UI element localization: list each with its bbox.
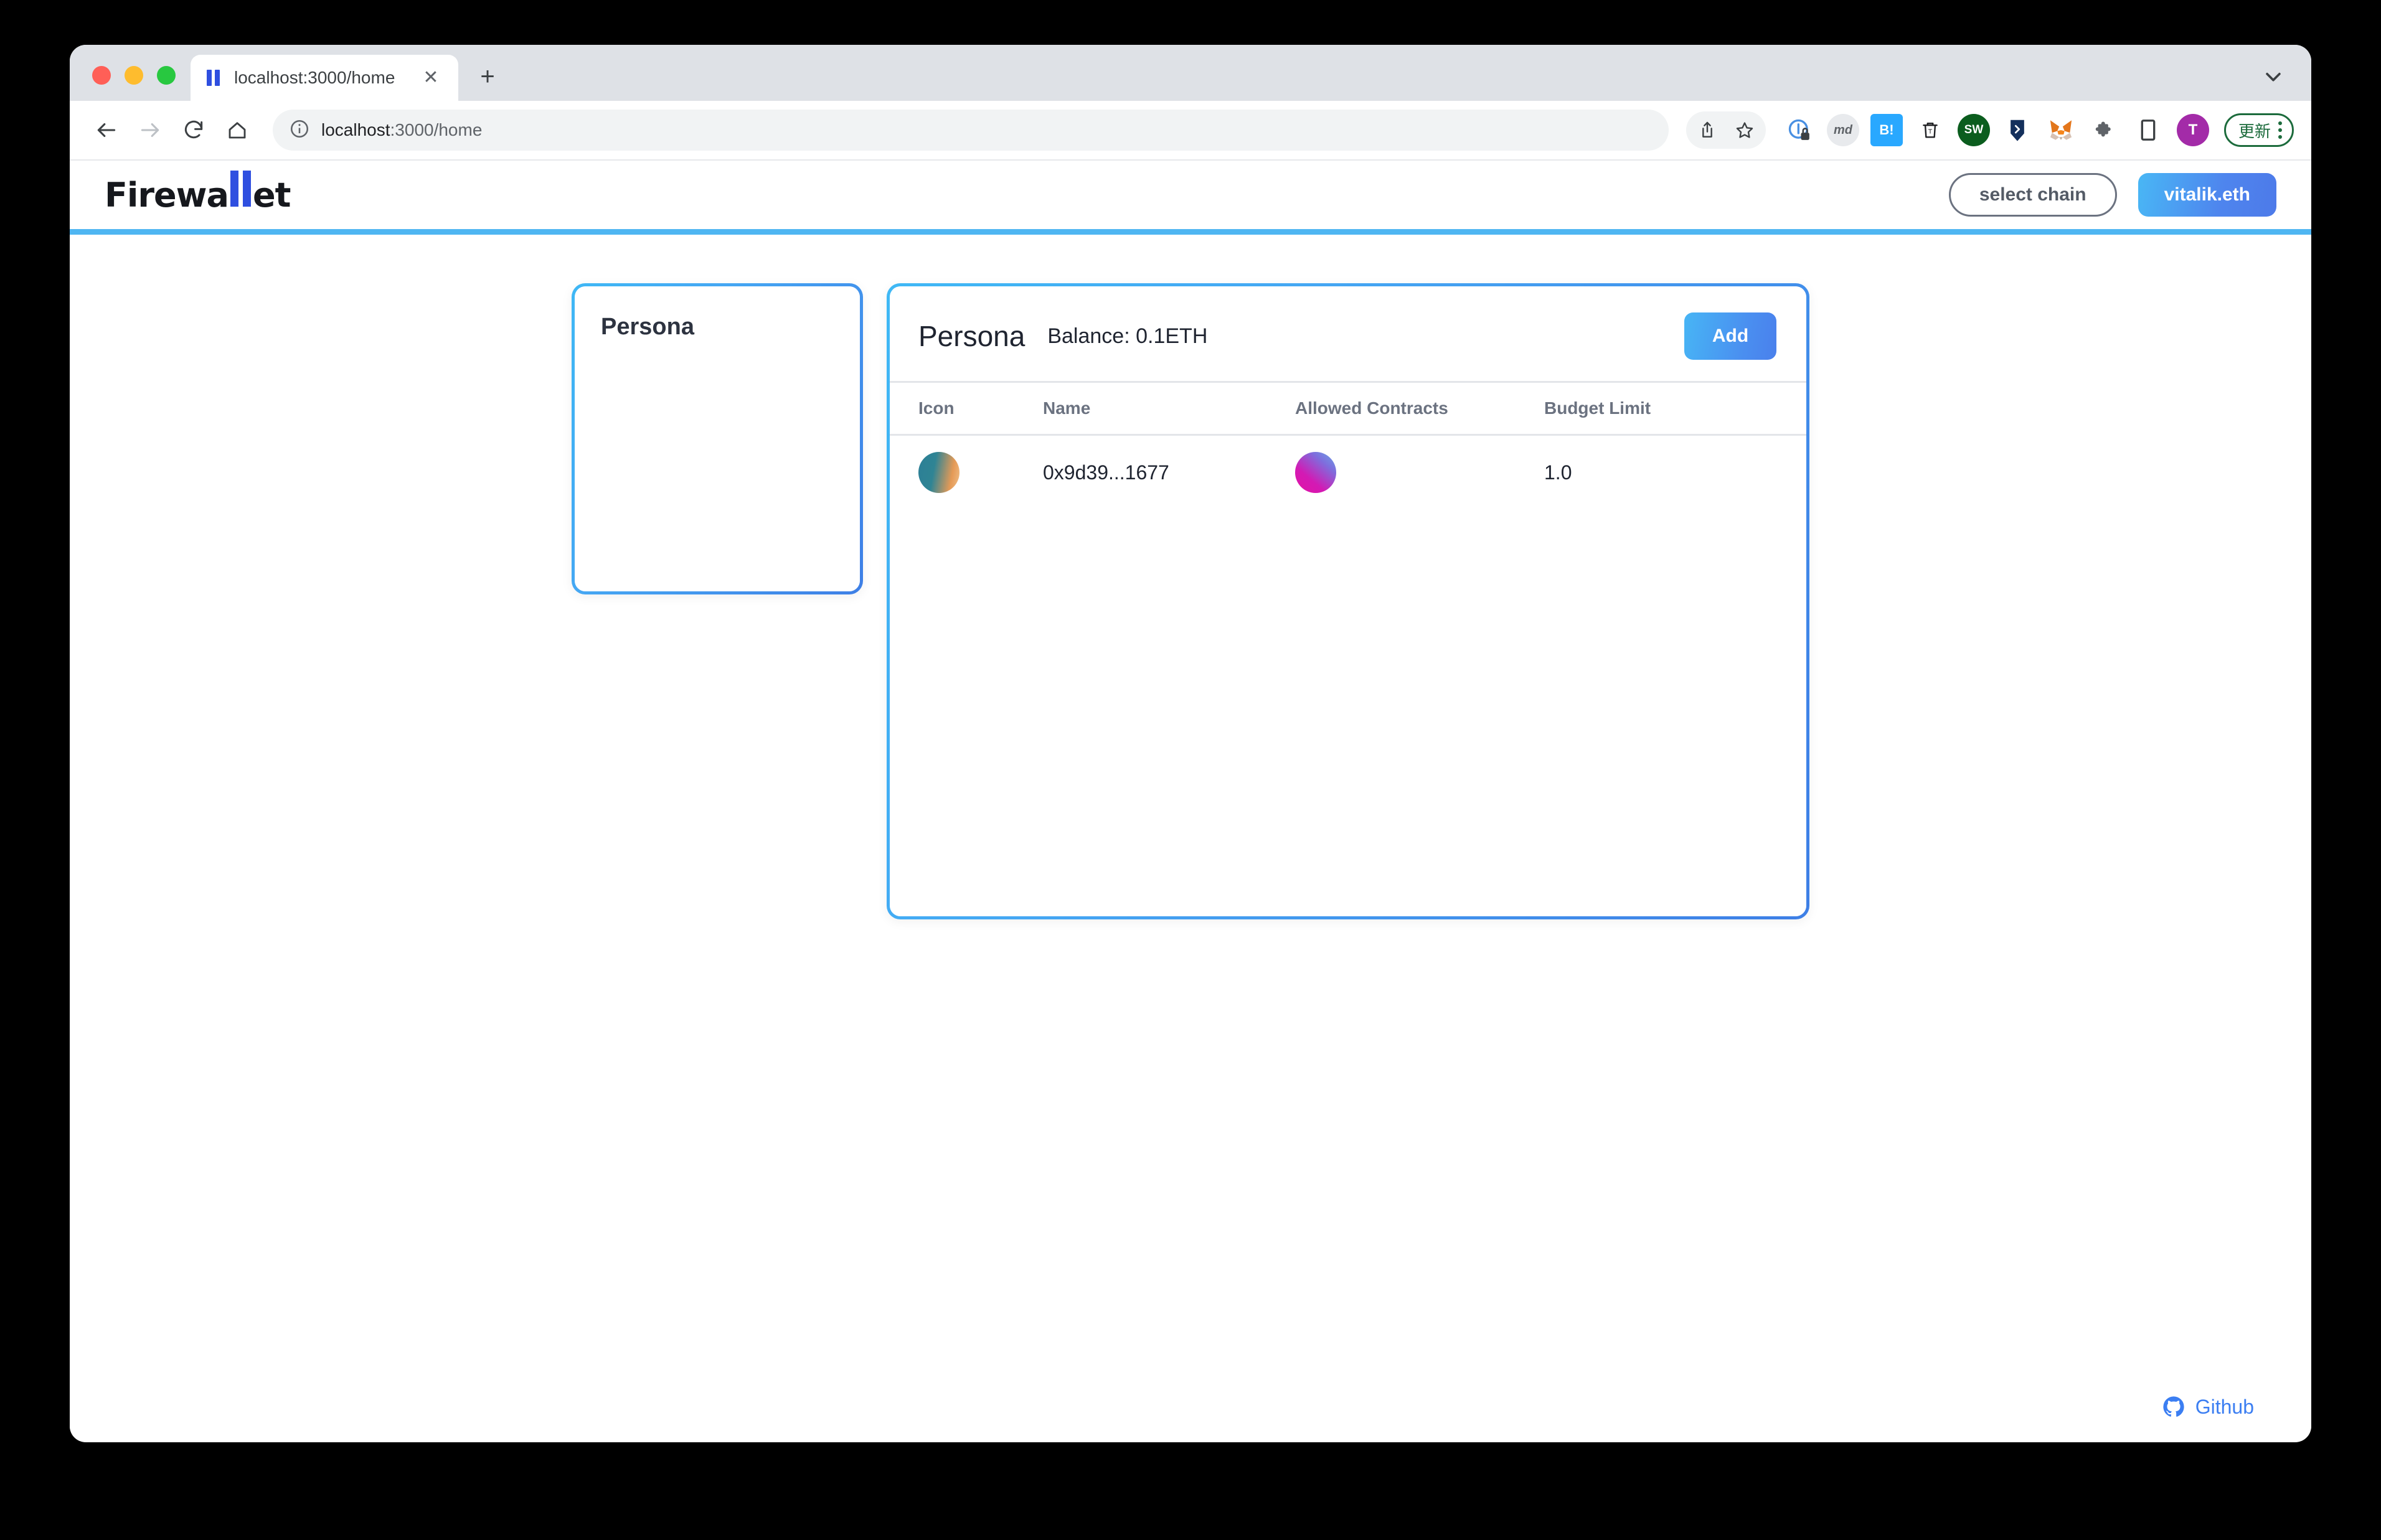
cell-icon bbox=[918, 452, 1043, 493]
minimize-window-button[interactable] bbox=[125, 66, 143, 85]
column-header-allowed-contracts: Allowed Contracts bbox=[1295, 398, 1448, 418]
persona-avatar bbox=[918, 452, 959, 493]
persona-list-card: Persona bbox=[572, 283, 863, 594]
sw-extension-icon[interactable]: SW bbox=[1955, 111, 1992, 149]
device-toolbar-icon[interactable] bbox=[2129, 111, 2167, 149]
address-bar-url: localhost:3000/home bbox=[321, 120, 482, 140]
cell-name: 0x9d39...1677 bbox=[1043, 461, 1169, 484]
puzzle-extensions-icon[interactable] bbox=[2086, 111, 2123, 149]
column-header-icon: Icon bbox=[918, 398, 955, 418]
cell-budget-limit: 1.0 bbox=[1544, 461, 1572, 484]
logo-text-start: Firewa bbox=[105, 175, 229, 215]
column-header-budget-limit: Budget Limit bbox=[1544, 398, 1651, 418]
persona-detail-inner: Persona Balance: 0.1ETH Add Icon Name Al… bbox=[890, 286, 1806, 916]
logo-blue-bars bbox=[230, 171, 251, 207]
page-viewport: Firewa et select chain vitalik.eth Perso… bbox=[70, 161, 2311, 1441]
chevron-extension-icon[interactable] bbox=[1999, 111, 2036, 149]
table-row[interactable]: 0x9d39...1677 1.0 bbox=[890, 436, 1806, 509]
header-divider bbox=[70, 229, 2311, 235]
svg-text:T: T bbox=[1928, 129, 1933, 136]
three-dots-menu-icon[interactable] bbox=[2278, 121, 2282, 139]
home-button[interactable] bbox=[218, 111, 257, 149]
firewallet-logo[interactable]: Firewa et bbox=[105, 171, 291, 215]
markdown-extension-icon[interactable]: md bbox=[1824, 111, 1862, 149]
browser-tab[interactable]: localhost:3000/home ✕ bbox=[191, 55, 458, 101]
browser-toolbar: localhost:3000/home md B! T SW T 更新 bbox=[70, 101, 2311, 161]
close-window-button[interactable] bbox=[92, 66, 111, 85]
github-link[interactable]: Github bbox=[2162, 1395, 2254, 1419]
trash-extension-icon[interactable]: T bbox=[1912, 111, 1949, 149]
toolbar-actions: md B! T SW T 更新 bbox=[1686, 111, 2294, 149]
persona-detail-title: Persona bbox=[918, 320, 1025, 352]
persona-table: Icon Name Allowed Contracts Budget Limit… bbox=[890, 381, 1806, 509]
privacy-badger-icon[interactable] bbox=[1781, 111, 1818, 149]
tab-strip: localhost:3000/home ✕ + bbox=[70, 45, 2311, 101]
maximize-window-button[interactable] bbox=[157, 66, 176, 85]
account-button[interactable]: vitalik.eth bbox=[2138, 173, 2276, 217]
contract-avatar bbox=[1295, 452, 1336, 493]
update-button[interactable]: 更新 bbox=[2223, 113, 2294, 147]
forward-button[interactable] bbox=[131, 111, 169, 149]
main-content: Persona Persona Balance: 0.1ETH Add Icon… bbox=[70, 235, 2311, 919]
metamask-fox-icon[interactable] bbox=[2042, 111, 2080, 149]
table-header-row: Icon Name Allowed Contracts Budget Limit bbox=[890, 381, 1806, 436]
markdown-glyph: md bbox=[1826, 114, 1859, 146]
hatena-glyph: B! bbox=[1870, 114, 1903, 146]
persona-list-title: Persona bbox=[601, 314, 694, 340]
column-header-name: Name bbox=[1043, 398, 1091, 418]
reload-button[interactable] bbox=[174, 111, 213, 149]
share-icon[interactable] bbox=[1689, 111, 1726, 149]
balance-label: Balance: 0.1ETH bbox=[1047, 324, 1208, 348]
chevron-down-icon[interactable] bbox=[2256, 60, 2290, 93]
update-label: 更新 bbox=[2238, 121, 2271, 141]
github-label: Github bbox=[2195, 1395, 2254, 1418]
address-bar[interactable]: localhost:3000/home bbox=[273, 110, 1669, 151]
persona-detail-card: Persona Balance: 0.1ETH Add Icon Name Al… bbox=[887, 283, 1809, 919]
firewallet-bars-icon bbox=[207, 68, 223, 87]
url-host: localhost bbox=[321, 120, 390, 139]
github-icon bbox=[2162, 1395, 2185, 1419]
back-button[interactable] bbox=[87, 111, 126, 149]
window-traffic-lights bbox=[70, 66, 191, 101]
logo-text-end: et bbox=[252, 175, 291, 215]
url-path: :3000/home bbox=[390, 120, 483, 139]
sw-glyph: SW bbox=[1957, 114, 1990, 146]
profile-avatar[interactable]: T bbox=[2176, 114, 2209, 146]
hatena-bookmark-icon[interactable]: B! bbox=[1868, 111, 1905, 149]
cell-allowed-contracts bbox=[1295, 452, 1544, 493]
tab-title: localhost:3000/home bbox=[234, 68, 395, 87]
site-info-icon[interactable] bbox=[289, 118, 310, 143]
persona-detail-header: Persona Balance: 0.1ETH Add bbox=[890, 286, 1806, 381]
header-actions: select chain vitalik.eth bbox=[1948, 173, 2276, 217]
share-bookmark-group bbox=[1686, 111, 1766, 149]
bookmark-star-icon[interactable] bbox=[1726, 111, 1763, 149]
add-button[interactable]: Add bbox=[1684, 312, 1776, 360]
browser-window: localhost:3000/home ✕ + localhost:3000/h… bbox=[70, 45, 2311, 1442]
persona-list-inner: Persona bbox=[575, 286, 860, 591]
close-icon[interactable]: ✕ bbox=[417, 64, 445, 92]
new-tab-button[interactable]: + bbox=[468, 57, 507, 96]
select-chain-button[interactable]: select chain bbox=[1948, 173, 2117, 217]
app-header: Firewa et select chain vitalik.eth bbox=[70, 161, 2311, 229]
